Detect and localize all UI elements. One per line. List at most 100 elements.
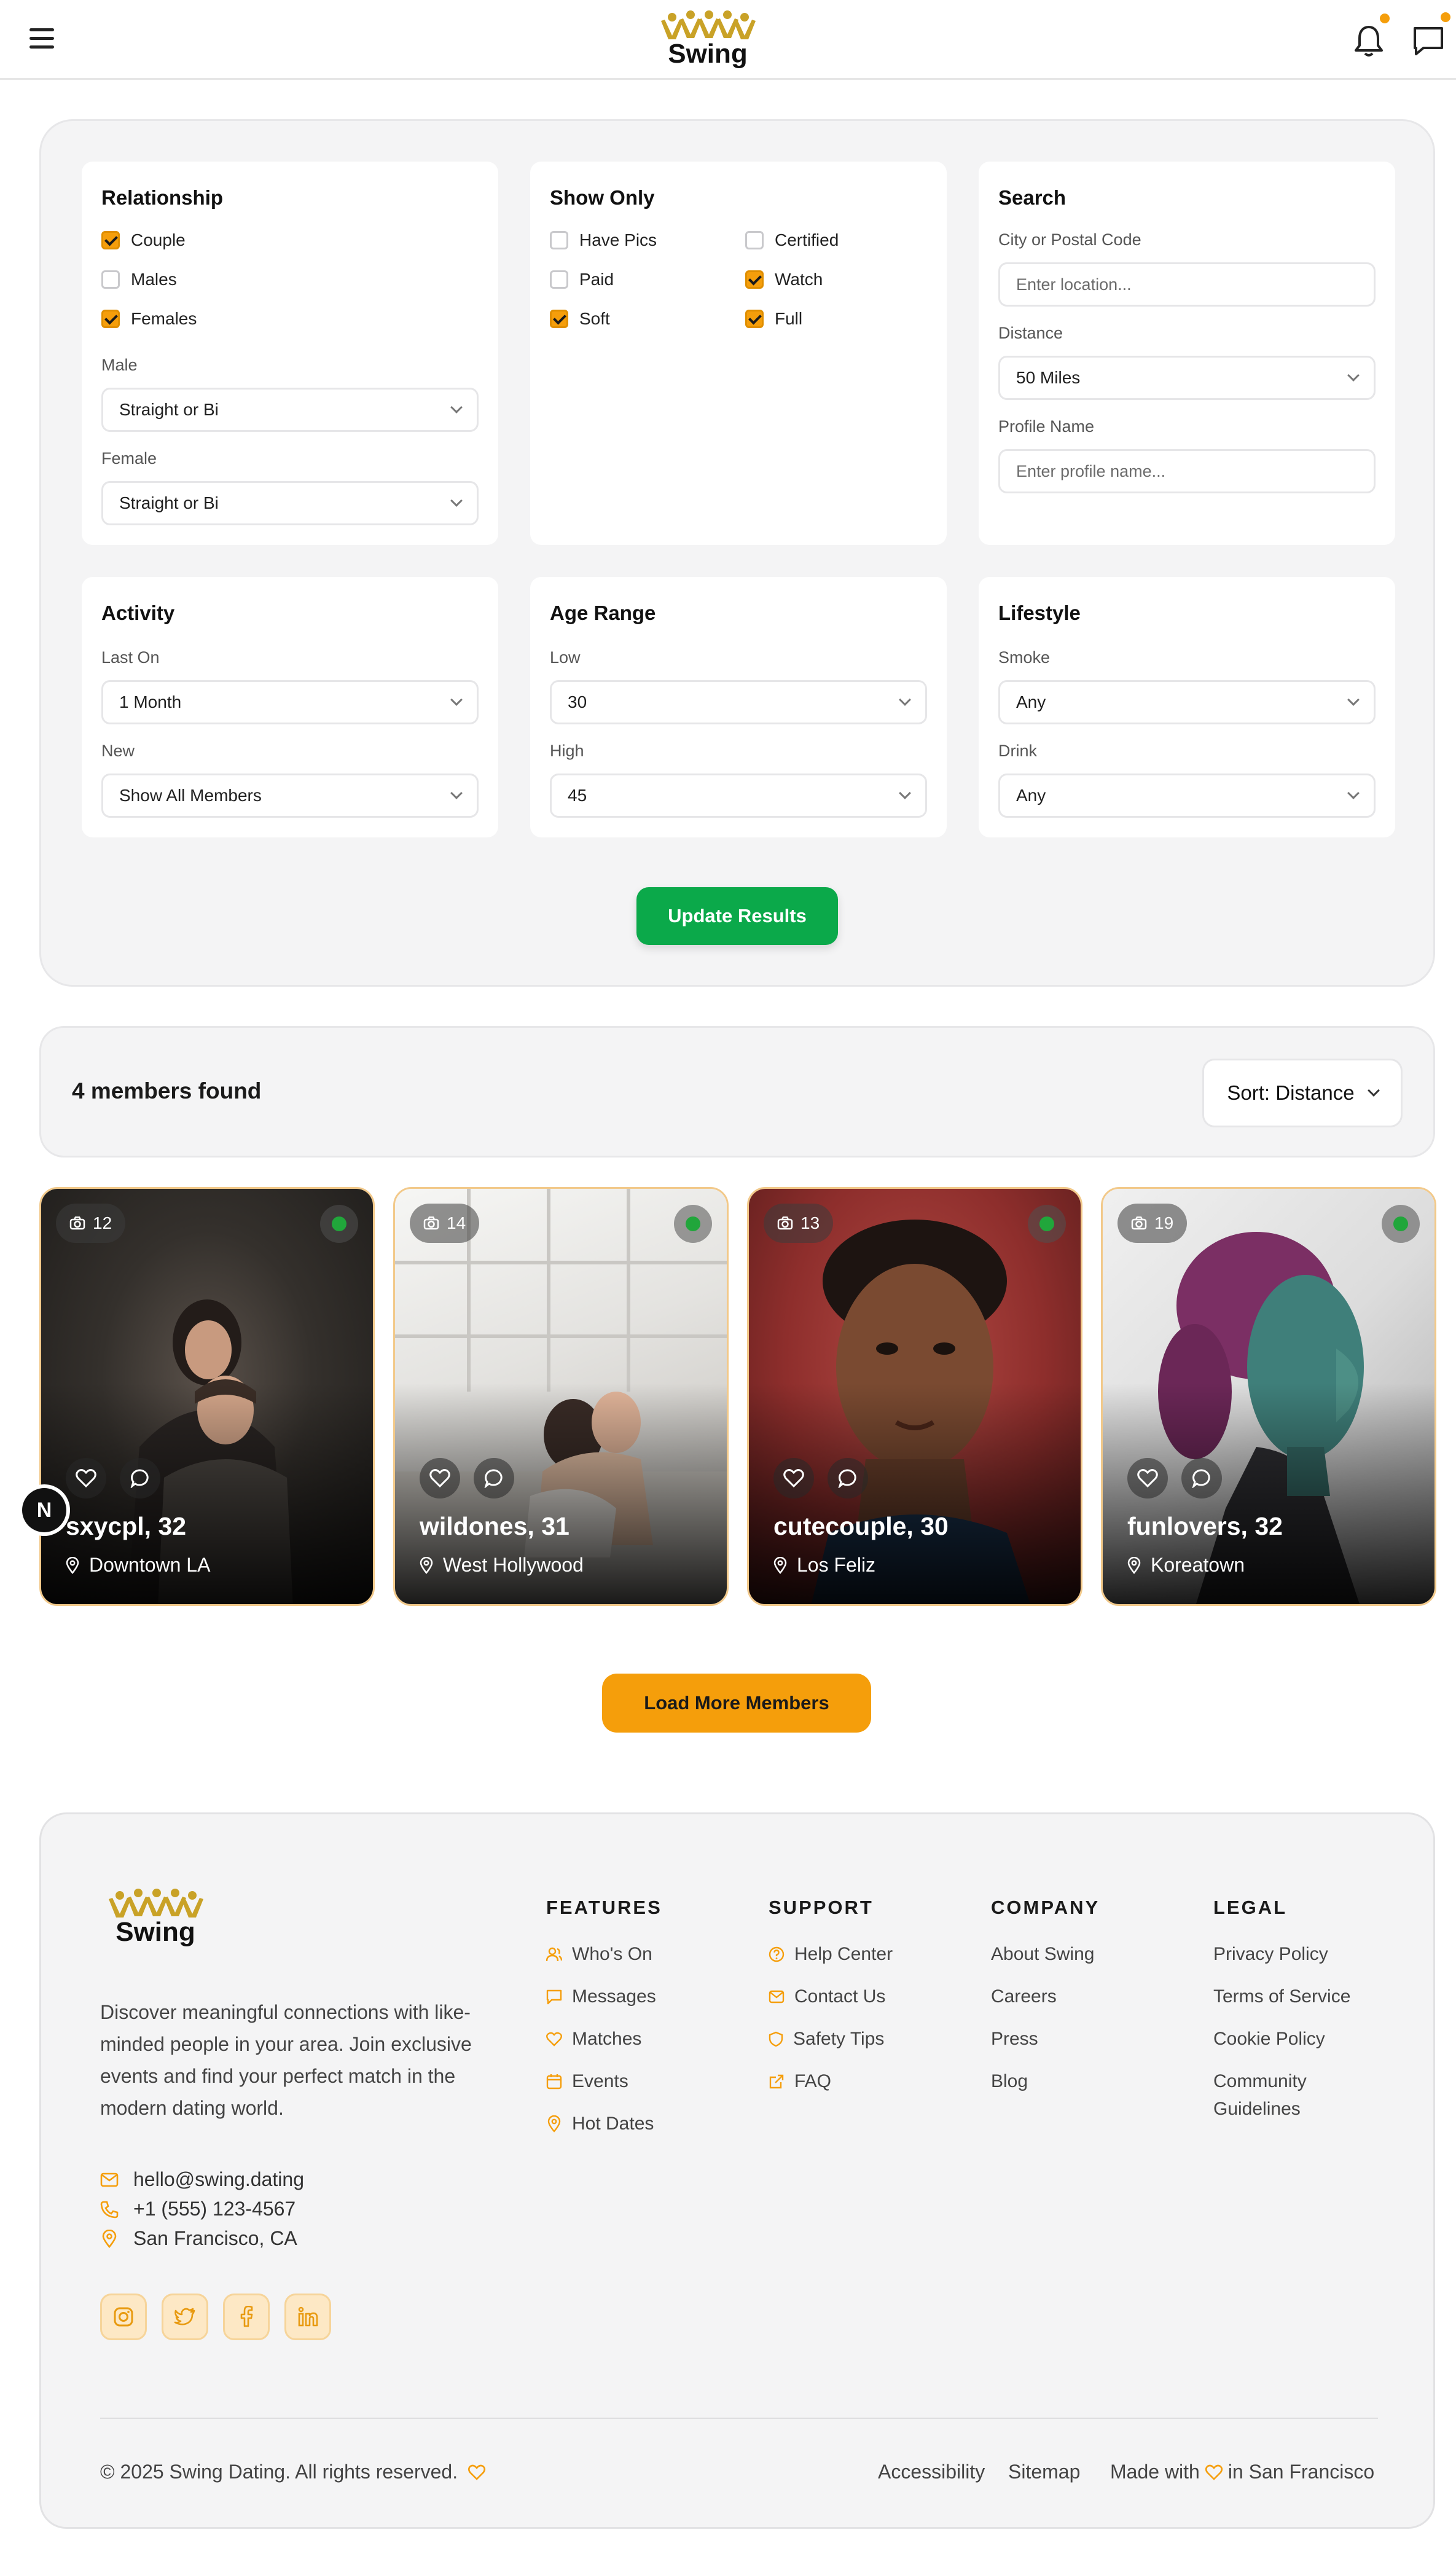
floating-n-badge[interactable]: N xyxy=(22,1488,66,1532)
drink-select[interactable]: Any xyxy=(998,774,1376,818)
footer-link-faq[interactable]: FAQ xyxy=(769,2068,831,2095)
footer-link-guidelines[interactable]: Guidelines xyxy=(1213,2096,1301,2123)
footer-link-blog[interactable]: Blog xyxy=(991,2068,1028,2095)
swing-logo[interactable]: Swing xyxy=(100,1887,211,1948)
footer-link-whos-on[interactable]: Who's On xyxy=(546,1941,652,1968)
online-indicator xyxy=(320,1205,358,1243)
member-card[interactable]: 19 funlovers, 32 Koreatown xyxy=(1101,1187,1436,1606)
profile-name-input[interactable]: Enter profile name... xyxy=(998,449,1376,493)
bell-icon[interactable] xyxy=(1352,14,1390,59)
footer-link-safety-tips[interactable]: Safety Tips xyxy=(769,2026,884,2053)
like-heart-icon[interactable] xyxy=(773,1458,814,1498)
footer-link-hot-dates[interactable]: Hot Dates xyxy=(546,2110,654,2137)
checkbox-label: Males xyxy=(131,270,177,289)
footer-email[interactable]: hello@swing.dating xyxy=(100,2168,304,2191)
male-orientation-select[interactable]: Straight or Bi xyxy=(101,388,479,432)
checkbox-couple[interactable]: Couple xyxy=(101,230,186,250)
linkedin-icon[interactable] xyxy=(284,2294,331,2340)
checkbox-box[interactable] xyxy=(745,270,764,289)
checkbox-label: Watch xyxy=(775,270,823,289)
smoke-select[interactable]: Any xyxy=(998,680,1376,724)
checkbox-label: Paid xyxy=(579,270,614,289)
new-members-select[interactable]: Show All Members xyxy=(101,774,479,818)
member-card[interactable]: 13 cutecouple, 30 Los Feliz xyxy=(747,1187,1082,1606)
footer-divider xyxy=(100,2418,1378,2419)
footer-link-about[interactable]: About Swing xyxy=(991,1941,1094,1968)
checkbox-box[interactable] xyxy=(550,310,568,328)
checkbox-box[interactable] xyxy=(101,310,120,328)
checkbox-have-pics[interactable]: Have Pics xyxy=(550,230,657,250)
checkbox-full[interactable]: Full xyxy=(745,309,802,329)
select-value: 50 Miles xyxy=(1016,368,1081,387)
footer-link-community[interactable]: Community xyxy=(1213,2068,1307,2095)
sitemap-link[interactable]: Sitemap xyxy=(1008,2461,1080,2483)
footer-link-terms[interactable]: Terms of Service xyxy=(1213,1983,1350,2010)
checkbox-certified[interactable]: Certified xyxy=(745,230,839,250)
checkbox-box[interactable] xyxy=(745,310,764,328)
footer-link-contact-us[interactable]: Contact Us xyxy=(769,1983,885,2010)
search-title: Search xyxy=(998,186,1067,209)
footer-link-privacy[interactable]: Privacy Policy xyxy=(1213,1941,1328,1968)
footer-link-cookies[interactable]: Cookie Policy xyxy=(1213,2026,1325,2053)
message-bubble-icon[interactable] xyxy=(120,1458,160,1498)
footer-link-matches[interactable]: Matches xyxy=(546,2026,641,2053)
facebook-icon[interactable] xyxy=(223,2294,270,2340)
checkbox-box[interactable] xyxy=(745,231,764,249)
checkbox-paid[interactable]: Paid xyxy=(550,270,614,289)
like-heart-icon[interactable] xyxy=(1127,1458,1168,1498)
instagram-icon[interactable] xyxy=(100,2294,147,2340)
activity-card: Activity Last On 1 Month New Show All Me… xyxy=(82,577,498,837)
like-heart-icon[interactable] xyxy=(66,1458,106,1498)
top-navigation-bar: Swing xyxy=(0,0,1456,80)
swing-logo[interactable]: Swing xyxy=(652,9,763,70)
footer-link-events[interactable]: Events xyxy=(546,2068,628,2095)
heart-icon xyxy=(468,2464,486,2480)
hamburger-menu-icon[interactable] xyxy=(29,28,54,49)
checkbox-label: Soft xyxy=(579,309,610,328)
email-text: hello@swing.dating xyxy=(133,2168,304,2190)
select-value: 30 xyxy=(568,692,587,711)
online-indicator xyxy=(1382,1205,1420,1243)
age-high-select[interactable]: 45 xyxy=(550,774,927,818)
chevron-down-icon xyxy=(450,787,463,799)
like-heart-icon[interactable] xyxy=(420,1458,460,1498)
chevron-down-icon xyxy=(450,401,463,413)
footer-link-help-center[interactable]: Help Center xyxy=(769,1941,893,1968)
checkbox-males[interactable]: Males xyxy=(101,270,177,289)
checkbox-watch[interactable]: Watch xyxy=(745,270,823,289)
age-low-select[interactable]: 30 xyxy=(550,680,927,724)
footer-link-careers[interactable]: Careers xyxy=(991,1983,1057,2010)
update-results-button[interactable]: Update Results xyxy=(636,887,838,945)
distance-select[interactable]: 50 Miles xyxy=(998,356,1376,400)
load-more-button[interactable]: Load More Members xyxy=(602,1674,871,1733)
footer-link-messages[interactable]: Messages xyxy=(546,1983,656,2010)
sort-dropdown[interactable]: Sort: Distance xyxy=(1202,1059,1403,1127)
last-on-select[interactable]: 1 Month xyxy=(101,680,479,724)
message-bubble-icon[interactable] xyxy=(1181,1458,1222,1498)
link-text: Hot Dates xyxy=(572,2113,654,2134)
results-bar: 4 members found Sort: Distance xyxy=(39,1026,1435,1158)
show-only-title: Show Only xyxy=(550,186,655,209)
member-card[interactable]: 12 sxycpl, 32 Downtown LA xyxy=(39,1187,375,1606)
chat-icon[interactable] xyxy=(1410,12,1450,59)
message-bubble-icon[interactable] xyxy=(828,1458,868,1498)
checkbox-females[interactable]: Females xyxy=(101,309,197,329)
location-input[interactable]: Enter location... xyxy=(998,262,1376,307)
photo-count: 13 xyxy=(800,1213,820,1232)
checkbox-box[interactable] xyxy=(550,231,568,249)
twitter-icon[interactable] xyxy=(162,2294,208,2340)
checkbox-box[interactable] xyxy=(550,270,568,289)
checkbox-soft[interactable]: Soft xyxy=(550,309,610,329)
footer-link-press[interactable]: Press xyxy=(991,2026,1038,2053)
female-orientation-select[interactable]: Straight or Bi xyxy=(101,481,479,525)
checkbox-box[interactable] xyxy=(101,231,120,249)
mail-icon xyxy=(100,2172,119,2187)
accessibility-link[interactable]: Accessibility xyxy=(878,2461,985,2483)
logo-wordmark: Swing xyxy=(668,39,748,69)
checkbox-box[interactable] xyxy=(101,270,120,289)
member-card[interactable]: 14 wildones, 31 West Hollywood xyxy=(393,1187,729,1606)
city-label: City or Postal Code xyxy=(998,230,1141,249)
footer-phone[interactable]: +1 (555) 123-4567 xyxy=(100,2198,296,2220)
link-text: Events xyxy=(572,2071,628,2091)
message-bubble-icon[interactable] xyxy=(474,1458,514,1498)
